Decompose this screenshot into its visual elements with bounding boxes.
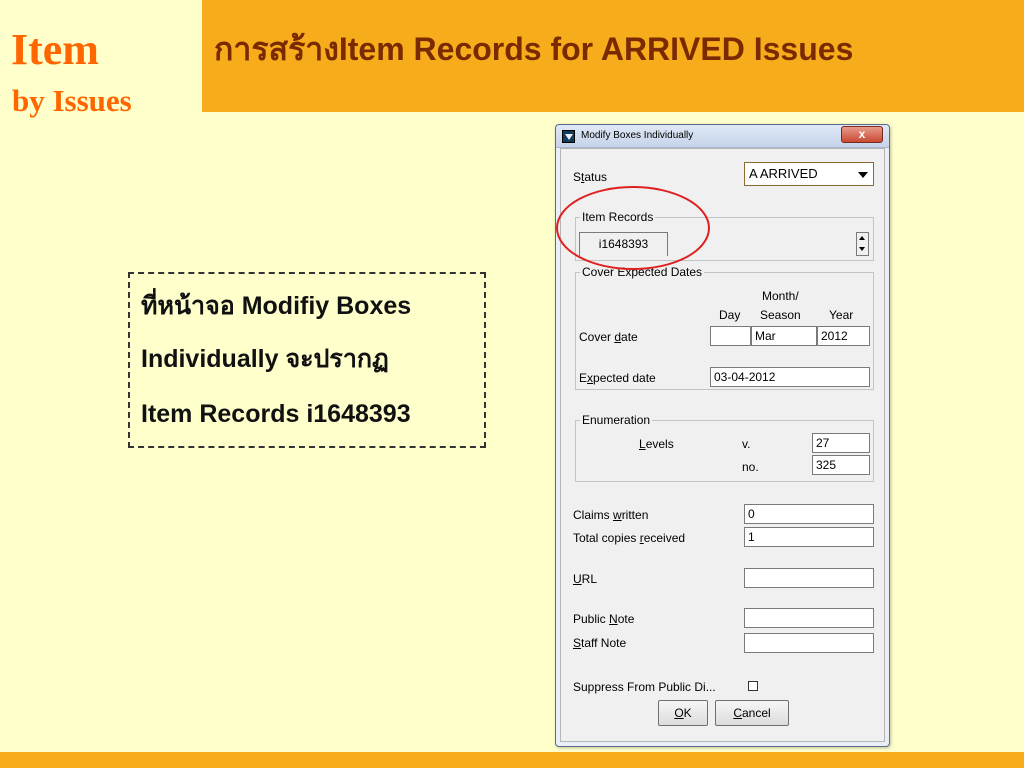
cover-dates-group: Cover Expected Dates Month/ Day Season Y… — [575, 266, 874, 390]
callout-line-1: ที่หน้าจอ Modifiy Boxes — [141, 292, 412, 320]
url-field[interactable] — [744, 568, 874, 588]
close-icon: x — [858, 127, 866, 141]
status-value: A ARRIVED — [749, 166, 818, 181]
callout-line-2: Individually จะปรากฏ — [141, 345, 389, 373]
month-header-2: Season — [760, 308, 801, 322]
cover-day-field[interactable] — [710, 326, 751, 346]
status-label: Status — [573, 170, 608, 184]
public-note-field[interactable] — [744, 608, 874, 628]
suppress-checkbox[interactable] — [748, 681, 758, 691]
dialog-titlebar[interactable]: Modify Boxes Individually x — [556, 125, 889, 148]
volume-label: v. — [742, 437, 751, 451]
expected-date-label: Expected date — [579, 371, 656, 385]
month-header-1: Month/ — [762, 289, 799, 303]
callout-box: ที่หน้าจอ Modifiy Boxes Individually จะป… — [128, 272, 486, 448]
cancel-button[interactable]: Cancel — [715, 700, 789, 726]
total-copies-label: Total copies received — [573, 531, 686, 545]
slide-title: Item — [11, 25, 99, 74]
public-note-label: Public Note — [573, 612, 635, 626]
item-records-spinner[interactable] — [856, 232, 869, 256]
volume-field[interactable]: 27 — [812, 433, 870, 453]
claims-written-label: Claims written — [573, 508, 649, 522]
slide-title-box: Item by Issues — [0, 0, 202, 116]
enumeration-title: Enumeration — [580, 413, 653, 427]
ok-button[interactable]: OK — [658, 700, 708, 726]
arrow-up-icon — [859, 236, 865, 240]
cover-date-label: Cover date — [579, 330, 638, 344]
close-button[interactable]: x — [841, 126, 883, 143]
slide-subtitle: by Issues — [12, 83, 132, 118]
total-copies-field[interactable]: 1 — [744, 527, 874, 547]
levels-label: Levels — [639, 437, 674, 451]
cover-year-field[interactable]: 2012 — [817, 326, 870, 346]
enumeration-group: Enumeration Levels v. 27 no. 325 — [575, 414, 874, 482]
expected-date-field[interactable]: 03-04-2012 — [710, 367, 870, 387]
highlight-ellipse — [556, 186, 710, 270]
arrow-down-icon — [859, 247, 865, 251]
app-icon — [562, 130, 575, 143]
url-label: URL — [573, 572, 598, 586]
callout-line-3: Item Records i1648393 — [141, 400, 411, 428]
slide-footer-bar — [0, 752, 1024, 768]
chevron-down-icon — [858, 172, 868, 178]
suppress-label: Suppress From Public Di... — [573, 680, 716, 694]
day-header: Day — [719, 308, 741, 322]
number-field[interactable]: 325 — [812, 455, 870, 475]
year-header: Year — [829, 308, 854, 322]
status-select[interactable]: A ARRIVED — [744, 162, 874, 186]
staff-note-field[interactable] — [744, 633, 874, 653]
dialog-title: Modify Boxes Individually — [581, 130, 694, 141]
number-label: no. — [742, 460, 759, 474]
cover-month-field[interactable]: Mar — [751, 326, 817, 346]
claims-written-field[interactable]: 0 — [744, 504, 874, 524]
staff-note-label: Staff Note — [573, 636, 627, 650]
slide-heading: การสร้างItem Records for ARRIVED Issues — [214, 31, 854, 67]
